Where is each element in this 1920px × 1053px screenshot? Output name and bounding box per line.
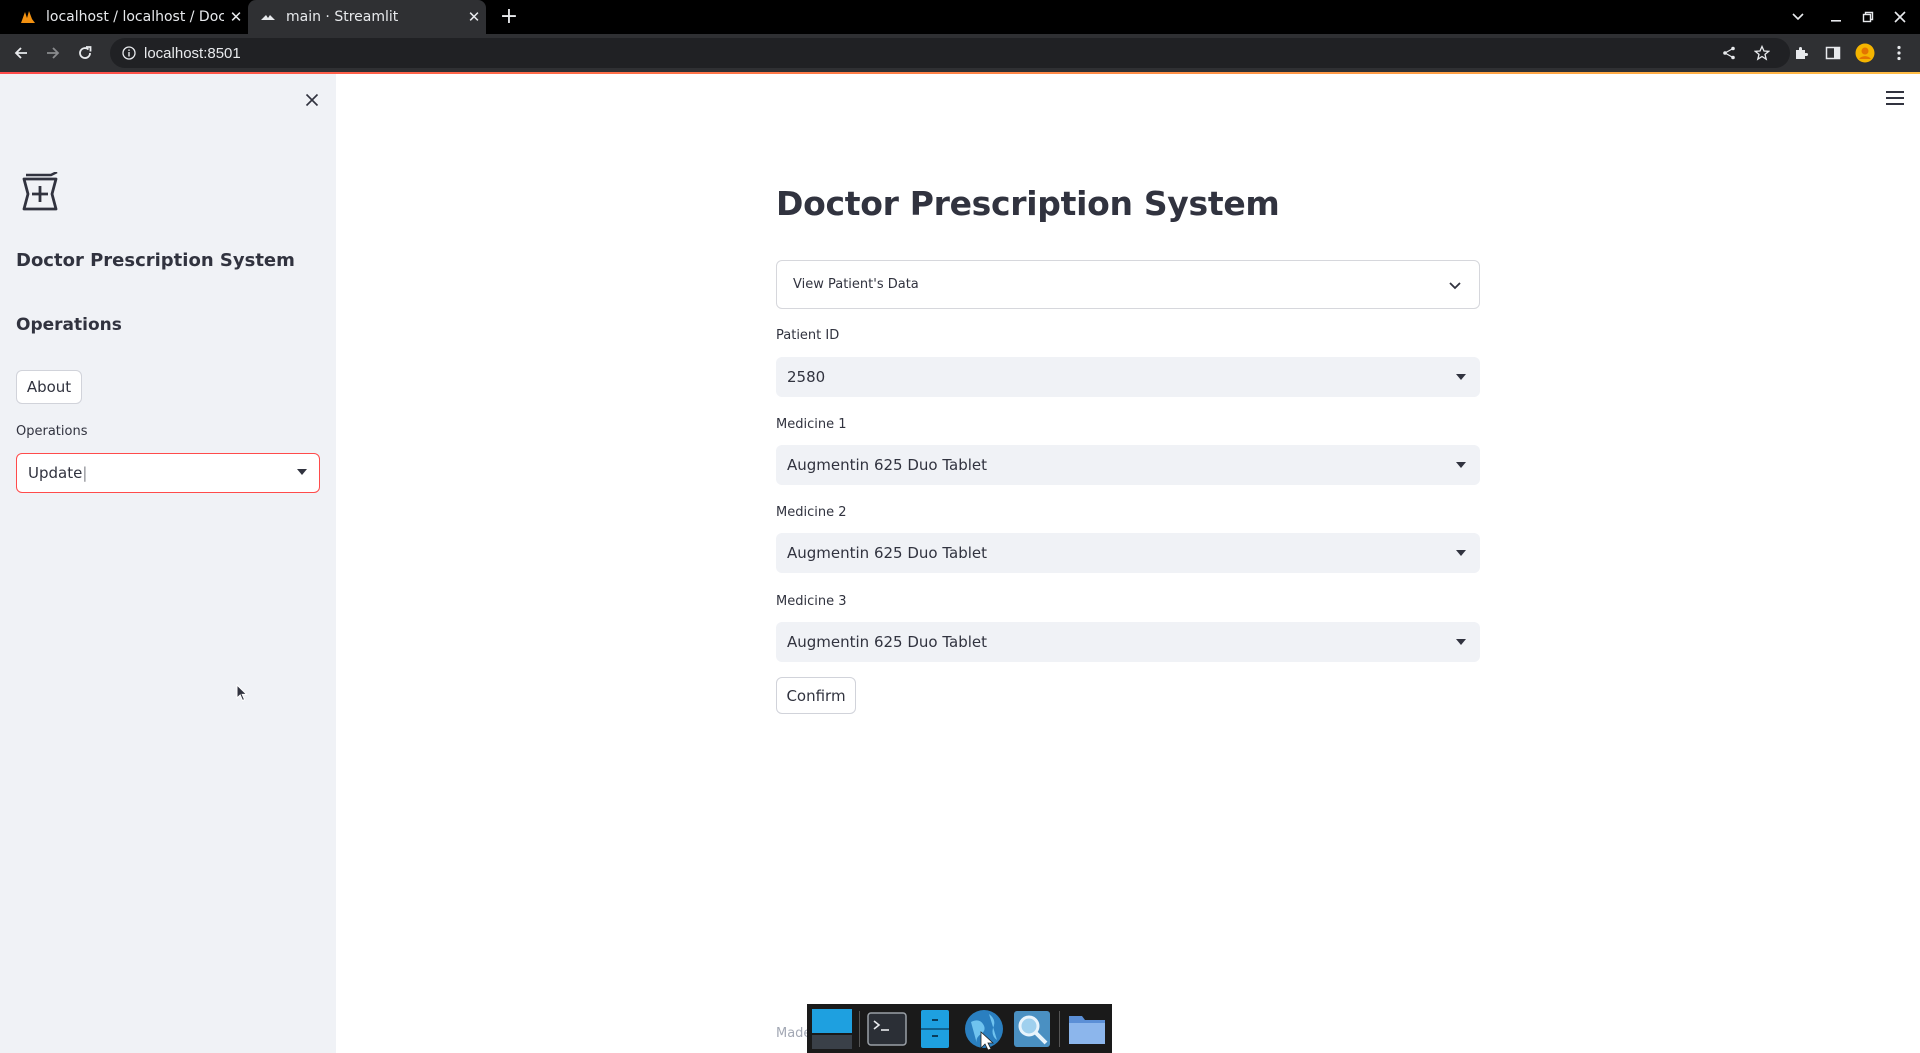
patient-id-label: Patient ID — [776, 328, 840, 343]
medicine-3-select[interactable]: Augmentin 625 Duo Tablet — [776, 622, 1480, 662]
browser-toolbar: localhost:8501 — [0, 34, 1920, 72]
profile-avatar[interactable] — [1852, 40, 1878, 66]
medicine-2-select[interactable]: Augmentin 625 Duo Tablet — [776, 533, 1480, 573]
streamlit-icon — [260, 9, 276, 25]
pharmacy-icon — [18, 170, 62, 216]
operations-value: Update — [28, 464, 87, 482]
close-window-icon[interactable] — [1884, 0, 1916, 34]
operations-label: Operations — [16, 424, 88, 439]
sidebar-heading: Operations — [16, 315, 122, 335]
medicine-1-value: Augmentin 625 Duo Tablet — [787, 456, 988, 474]
share-icon[interactable] — [1716, 40, 1742, 66]
medicine-2-label: Medicine 2 — [776, 505, 847, 520]
browser-menu-icon[interactable] — [1886, 40, 1912, 66]
back-icon[interactable] — [8, 40, 34, 66]
dropdown-arrow-icon — [297, 469, 307, 475]
tab-bar: localhost / localhost / Doct ✕ main · St… — [0, 0, 1920, 34]
taskbar-dock — [807, 1004, 1112, 1053]
url-text: localhost:8501 — [144, 44, 241, 62]
extensions-icon[interactable] — [1788, 40, 1814, 66]
expander-label: View Patient's Data — [793, 277, 919, 292]
address-bar[interactable]: localhost:8501 — [110, 38, 1790, 68]
page-title: Doctor Prescription System — [776, 184, 1280, 223]
tab-streamlit[interactable]: main · Streamlit ✕ — [248, 0, 486, 34]
side-panel-icon[interactable] — [1820, 40, 1846, 66]
mouse-cursor-icon — [236, 683, 248, 706]
folder-icon[interactable] — [1066, 1007, 1108, 1051]
dock-separator — [1058, 1010, 1060, 1047]
tab-phpmyadmin[interactable]: localhost / localhost / Doct ✕ — [8, 0, 248, 34]
terminal-icon[interactable] — [866, 1007, 908, 1051]
view-patient-data-expander[interactable]: View Patient's Data — [776, 260, 1480, 309]
search-icon[interactable] — [1011, 1007, 1053, 1051]
confirm-button[interactable]: Confirm — [776, 677, 856, 714]
main-menu-icon[interactable] — [1884, 88, 1906, 108]
dropdown-arrow-icon — [1456, 374, 1466, 380]
medicine-2-value: Augmentin 625 Duo Tablet — [787, 544, 988, 562]
dropdown-arrow-icon — [1456, 550, 1466, 556]
tab-search-icon[interactable] — [1782, 0, 1814, 34]
patient-id-select[interactable]: 2580 — [776, 357, 1480, 397]
chevron-down-icon — [1449, 279, 1461, 294]
medicine-1-select[interactable]: Augmentin 625 Duo Tablet — [776, 445, 1480, 485]
site-info-icon[interactable] — [114, 46, 144, 60]
file-manager-icon[interactable] — [914, 1007, 956, 1051]
new-tab-button[interactable]: + — [496, 4, 522, 30]
tab-title: main · Streamlit — [286, 9, 399, 25]
dropdown-arrow-icon — [1456, 462, 1466, 468]
operations-select[interactable]: Update — [16, 453, 320, 493]
tab-title: localhost / localhost / Doct — [46, 9, 224, 25]
phpmyadmin-icon — [20, 9, 36, 25]
browser-icon[interactable] — [963, 1007, 1005, 1051]
forward-icon[interactable] — [40, 40, 66, 66]
patient-id-value: 2580 — [787, 368, 826, 386]
sidebar: Doctor Prescription System Operations Ab… — [0, 74, 336, 1053]
restore-icon[interactable] — [1852, 0, 1884, 34]
dropdown-arrow-icon — [1456, 639, 1466, 645]
reload-icon[interactable] — [72, 40, 98, 66]
medicine-1-label: Medicine 1 — [776, 417, 847, 432]
bookmark-star-icon[interactable] — [1749, 40, 1775, 66]
sidebar-title: Doctor Prescription System — [16, 250, 295, 271]
desktop-icon[interactable] — [811, 1007, 853, 1051]
minimize-icon[interactable] — [1820, 0, 1852, 34]
tab-close-icon[interactable]: ✕ — [224, 8, 248, 26]
dock-separator — [859, 1010, 861, 1047]
about-button[interactable]: About — [16, 370, 82, 404]
sidebar-close-icon[interactable] — [300, 88, 324, 112]
medicine-3-value: Augmentin 625 Duo Tablet — [787, 633, 988, 651]
tab-close-icon[interactable]: ✕ — [462, 8, 486, 26]
medicine-3-label: Medicine 3 — [776, 594, 847, 609]
